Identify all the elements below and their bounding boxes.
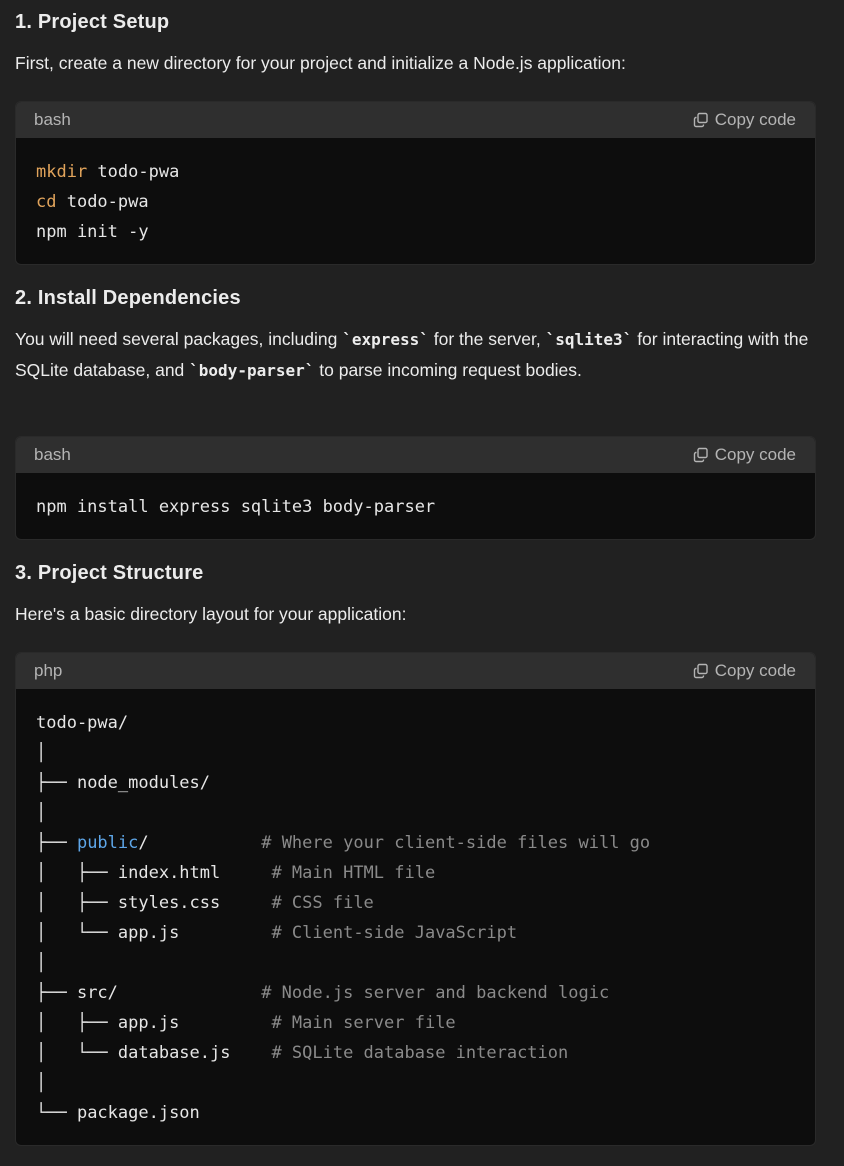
tree-prefix: │ xyxy=(36,803,47,823)
tree-line: │ ├── app.js # Main server file xyxy=(36,1008,795,1038)
tree-entry-name: package.json xyxy=(76,1103,200,1123)
command-args: todo-pwa xyxy=(56,192,149,212)
tree-line: todo-pwa/ xyxy=(36,708,795,738)
tree-prefix: │ xyxy=(36,953,47,973)
paragraph-text: to parse incoming request bodies. xyxy=(314,360,582,380)
tree-line: ├── public/ # Where your client-side fil… xyxy=(36,828,795,858)
tree-entry-name: app.js xyxy=(117,1013,180,1033)
code-block-header: php Copy code xyxy=(16,653,815,689)
tree-comment: # CSS file xyxy=(271,893,374,913)
tree-prefix: │ └── xyxy=(36,923,118,943)
tree-prefix: │ ├── xyxy=(36,863,118,883)
tree-spacing xyxy=(179,1013,271,1033)
code-content: mkdir todo-pwa cd todo-pwa npm init -y xyxy=(16,138,815,261)
tree-comment: # Main HTML file xyxy=(271,863,436,883)
tree-entry-name: index.html xyxy=(117,863,221,883)
section-paragraph-project-setup: First, create a new directory for your p… xyxy=(15,53,626,73)
code-block-install: bash Copy code npm install express sqlit… xyxy=(15,436,816,540)
tree-comment: # Where your client-side files will go xyxy=(261,833,651,853)
tree-spacing xyxy=(220,863,271,883)
code-language-label: bash xyxy=(34,445,71,464)
tree-line: │ ├── index.html # Main HTML file xyxy=(36,858,795,888)
code-language-label: bash xyxy=(34,110,71,129)
tree-comment: # Main server file xyxy=(271,1013,456,1033)
tree-line: ├── src/ # Node.js server and backend lo… xyxy=(36,978,795,1008)
copy-icon xyxy=(693,447,708,463)
copy-code-label: Copy code xyxy=(714,661,796,680)
copy-icon xyxy=(693,663,708,679)
tree-prefix: ├── xyxy=(36,983,77,1003)
tree-prefix: │ ├── xyxy=(36,1013,118,1033)
tree-prefix: │ xyxy=(36,743,47,763)
tree-spacing xyxy=(230,1043,271,1063)
copy-code-label: Copy code xyxy=(714,445,796,464)
command-keyword: cd xyxy=(36,192,57,212)
tree-spacing xyxy=(220,893,271,913)
tree-line: │ └── database.js # SQLite database inte… xyxy=(36,1038,795,1068)
tree-line: │ └── app.js # Client-side JavaScript xyxy=(36,918,795,948)
section-heading-install-dependencies: 2. Install Dependencies xyxy=(15,287,241,309)
code-block-header: bash Copy code xyxy=(16,437,815,473)
tree-prefix: │ xyxy=(36,1073,47,1093)
tree-line: │ xyxy=(36,948,795,978)
copy-icon xyxy=(693,112,708,128)
tree-entry-name: database.js xyxy=(117,1043,231,1063)
tree-spacing xyxy=(118,983,261,1003)
code-block-setup: bash Copy code mkdir todo-pwa cd todo-pwa… xyxy=(15,101,816,265)
tree-line: │ xyxy=(36,798,795,828)
tree-entry-name: styles.css xyxy=(117,893,221,913)
paragraph-text: for the server, xyxy=(428,329,546,349)
section-heading-project-structure: 3. Project Structure xyxy=(15,562,204,584)
code-content: npm install express sqlite3 body-parser xyxy=(16,473,815,536)
tree-prefix: ├── xyxy=(36,833,77,853)
code-line: mkdir todo-pwa xyxy=(36,157,795,187)
section-paragraph-project-structure: Here's a basic directory layout for your… xyxy=(15,604,407,624)
tree-spacing xyxy=(149,833,262,853)
tree-entry-name: public xyxy=(76,833,139,853)
tree-prefix: │ ├── xyxy=(36,893,118,913)
tree-line: ├── node_modules/ xyxy=(36,768,795,798)
section-paragraph-install-dependencies: You will need several packages, includin… xyxy=(15,324,824,386)
code-line: npm init -y xyxy=(36,217,795,247)
tree-comment: # Node.js server and backend logic xyxy=(261,983,610,1003)
tree-line: │ ├── styles.css # CSS file xyxy=(36,888,795,918)
tree-spacing xyxy=(179,923,271,943)
copy-code-button[interactable]: Copy code xyxy=(693,110,796,130)
tree-comment: # Client-side JavaScript xyxy=(271,923,518,943)
command-args: npm init -y xyxy=(36,222,149,242)
tree-prefix: └── xyxy=(36,1103,77,1123)
code-content: todo-pwa/ │ ├── node_modules/ │ ├── public/ … xyxy=(16,689,815,1142)
tree-prefix: ├── xyxy=(36,773,77,793)
code-block-header: bash Copy code xyxy=(16,102,815,138)
tree-line: │ xyxy=(36,738,795,768)
code-line: npm install express sqlite3 body-parser xyxy=(36,497,436,517)
section-heading-project-setup: 1. Project Setup xyxy=(15,11,170,33)
code-block-structure: php Copy code todo-pwa/ │ ├── node_modules… xyxy=(15,652,816,1146)
copy-code-label: Copy code xyxy=(714,110,796,129)
code-language-label: php xyxy=(34,661,63,680)
tree-entry-name: src/ xyxy=(76,983,118,1003)
tree-comment: # SQLite database interaction xyxy=(271,1043,569,1063)
tree-entry-name: node_modules/ xyxy=(76,773,211,793)
tree-entry-name: app.js xyxy=(117,923,180,943)
code-line: cd todo-pwa xyxy=(36,187,795,217)
command-keyword: mkdir xyxy=(36,162,88,182)
tree-prefix: │ └── xyxy=(36,1043,118,1063)
inline-code-express: `express` xyxy=(342,330,429,349)
copy-code-button[interactable]: Copy code xyxy=(693,661,796,681)
copy-code-button[interactable]: Copy code xyxy=(693,445,796,465)
tree-prefix: todo-pwa/ xyxy=(36,713,129,733)
command-args: todo-pwa xyxy=(87,162,180,182)
tree-line: └── package.json xyxy=(36,1098,795,1128)
paragraph-text: You will need several packages, includin… xyxy=(15,329,343,349)
tree-entry-suffix: / xyxy=(138,833,149,853)
inline-code-body-parser: `body-parser` xyxy=(189,361,315,380)
tree-line: │ xyxy=(36,1068,795,1098)
inline-code-sqlite3: `sqlite3` xyxy=(545,330,633,349)
